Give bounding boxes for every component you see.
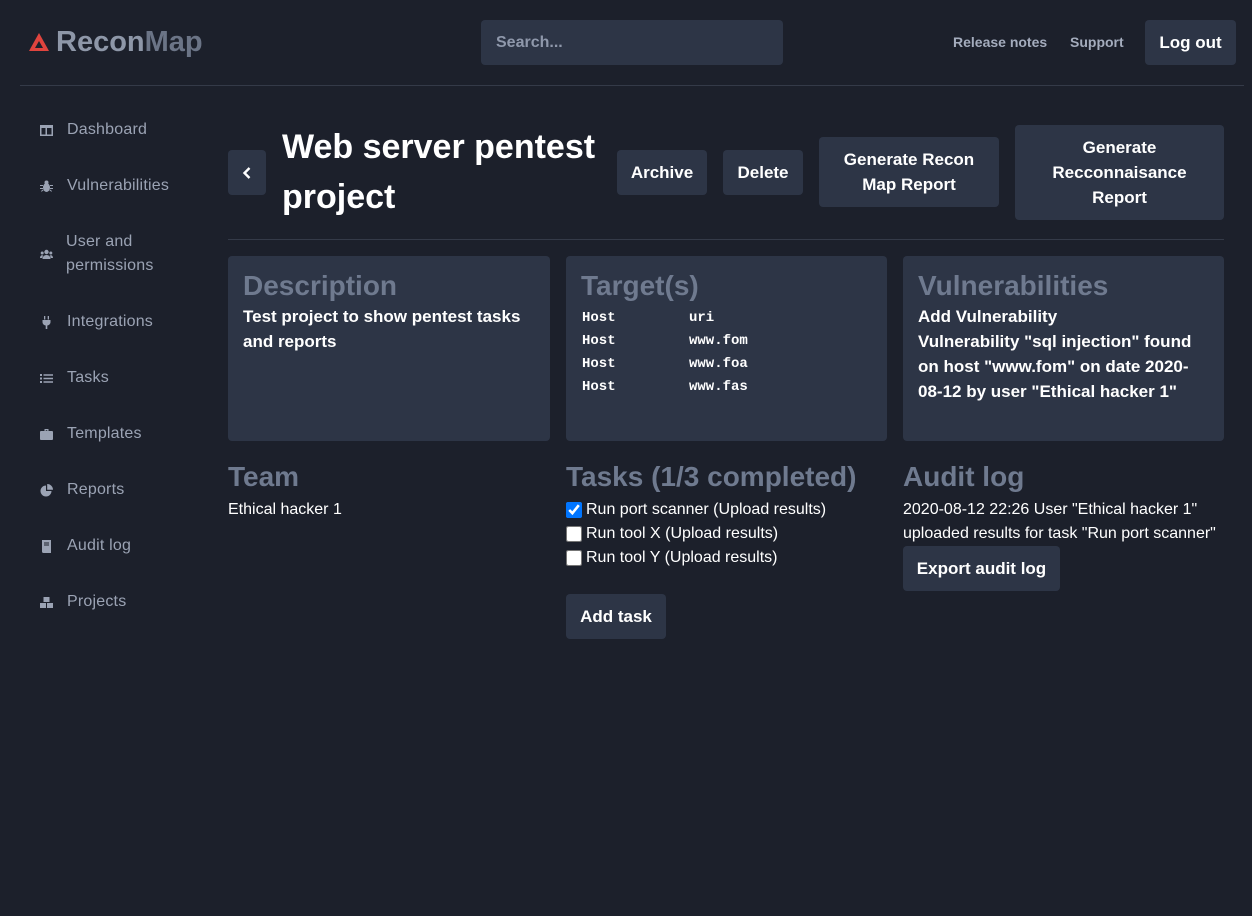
book-icon [42,539,51,553]
target-value: www.fom [689,333,748,349]
sidebar-item-label: Dashboard [67,121,148,138]
target-value: www.fas [689,379,748,395]
team-member[interactable]: Ethical hacker 1 [228,498,550,522]
targets-card: Target(s) Host uri Host www.fom Host www.fo… [566,256,887,441]
audit-log-section: Audit log 2020-08-12 22:26 User "Ethical… [903,461,1224,546]
task-checkbox[interactable] [566,526,582,542]
page-title: Web server pentest project [282,128,596,216]
targets-table: Host uri Host www.fom Host www.foa Host www.… [582,307,748,399]
sidebar-item-label: Reports [67,481,125,498]
list-icon [40,373,53,383]
description-text: Test project to show pentest tasks and r… [243,307,521,351]
task-label[interactable]: Run tool X (Upload results) [586,522,778,546]
target-value: www.foa [689,356,748,372]
audit-log-heading: Audit log [903,461,1025,492]
sidebar-item-templates[interactable]: Templates [40,422,142,446]
task-checkbox[interactable] [566,502,582,518]
bug-icon [40,180,53,192]
sidebar-item-vulnerabilities[interactable]: Vulnerabilities [40,174,169,198]
top-header: ReconMap Release notes Support Log out [20,0,1244,86]
export-audit-log-button[interactable]: Export audit log [903,546,1060,591]
release-notes-link[interactable]: Release notes [953,34,1047,50]
target-type: Host [582,379,616,395]
sidebar-item-label: Projects [67,593,127,610]
delete-button[interactable]: Delete [723,150,803,195]
logo-text-recon: Recon [56,25,145,58]
table-row[interactable]: Host www.fom [582,330,748,353]
vulnerability-entry[interactable]: Vulnerability "sql injection" found on h… [918,329,1209,404]
logout-button[interactable]: Log out [1145,20,1236,65]
list-item: Run tool X (Upload results) [566,522,887,546]
sidebar-item-users[interactable]: User and permissions [40,230,160,278]
add-task-button[interactable]: Add task [566,594,666,639]
tasks-section: Tasks (1/3 completed) Run port scanner (… [566,461,887,570]
target-type: Host [582,356,616,372]
list-item: Run port scanner (Upload results) [566,498,887,522]
vulnerabilities-card: Vulnerabilities Add Vulnerability Vulner… [903,256,1224,441]
sidebar-item-label: Tasks [67,369,109,386]
team-heading: Team [228,461,300,492]
task-list: Run port scanner (Upload results) Run to… [566,498,887,570]
team-section: Team Ethical hacker 1 [228,461,550,522]
tasks-heading: Tasks (1/3 completed) [566,461,857,492]
generate-recon-map-report-button[interactable]: Generate Recon Map Report [819,137,999,207]
sidebar-item-label: Templates [67,425,142,442]
task-checkbox[interactable] [566,550,582,566]
target-type: Host [582,333,616,349]
sidebar-item-projects[interactable]: Projects [40,590,126,614]
audit-log-entry: 2020-08-12 22:26 User "Ethical hacker 1"… [903,501,1216,542]
sidebar-item-label: Audit log [67,537,132,554]
sidebar-item-label: Vulnerabilities [67,177,170,194]
sidebar-item-tasks[interactable]: Tasks [40,366,109,390]
sidebar-item-integrations[interactable]: Integrations [40,310,153,334]
sidebar-item-label: Integrations [67,313,154,330]
logo-triangle-icon [29,33,49,51]
vulnerabilities-heading: Vulnerabilities [918,270,1109,301]
sidebar-item-audit-log[interactable]: Audit log [40,534,131,558]
chevron-left-icon [242,166,251,179]
targets-heading: Target(s) [581,270,699,301]
add-vulnerability-link[interactable]: Add Vulnerability [918,304,1209,329]
list-item: Run tool Y (Upload results) [566,546,887,570]
sidebar-item-dashboard[interactable]: Dashboard [40,118,147,142]
title-divider [228,239,1224,240]
users-icon [40,249,53,259]
description-heading: Description [243,270,398,301]
support-link[interactable]: Support [1070,34,1124,50]
description-card: Description Test project to show pentest… [228,256,550,441]
back-button[interactable] [228,150,266,195]
search-input[interactable] [481,20,783,65]
task-label[interactable]: Run port scanner (Upload results) [586,498,826,522]
sidebar-item-label: User and permissions [66,233,154,274]
target-type: Host [582,310,616,326]
generate-reconnaissance-report-button[interactable]: Generate Recconnaisance Report [1015,125,1224,220]
table-row[interactable]: Host uri [582,307,748,330]
table-row[interactable]: Host www.fas [582,376,748,399]
logo-text-map: Map [144,25,203,58]
sidebar-item-reports[interactable]: Reports [40,478,124,502]
pie-chart-icon [40,483,53,496]
archive-button[interactable]: Archive [617,150,707,195]
app-logo[interactable]: Recon Map [28,24,203,60]
dashboard-icon [40,124,53,136]
table-row[interactable]: Host www.foa [582,353,748,376]
task-label[interactable]: Run tool Y (Upload results) [586,546,778,570]
cubes-icon [40,596,53,608]
plug-icon [42,315,51,329]
briefcase-icon [40,428,53,440]
target-value: uri [689,310,715,326]
